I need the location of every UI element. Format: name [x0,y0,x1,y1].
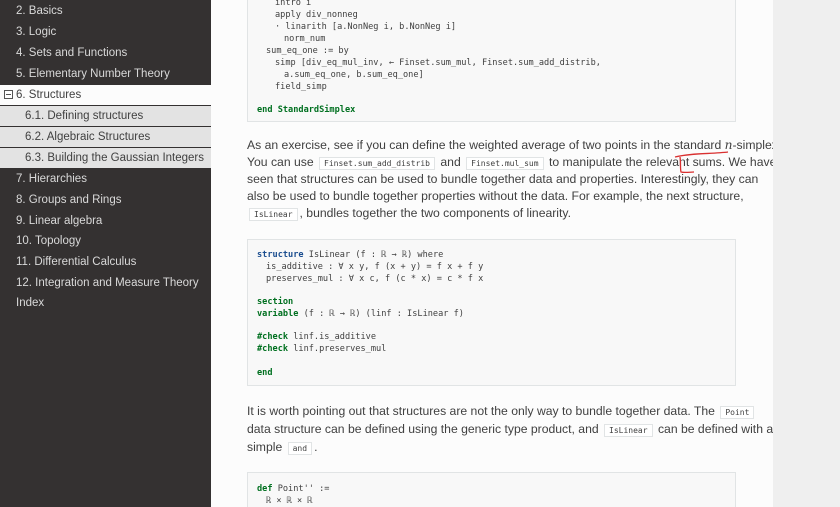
sidebar-item-topology[interactable]: 10. Topology [0,231,211,251]
text: to manipulate the relevant sums. We have [548,155,777,169]
code-line: apply div_nonneg [275,10,358,20]
sidebar-item-hierarchies[interactable]: 7. Hierarchies [0,169,211,189]
inline-code: Point [720,406,755,419]
inline-code: and [287,442,313,455]
code-text: linf.preserves_mul [288,344,387,354]
code-text: (f : ℝ → ℝ) (linf : IsLinear f) [298,309,464,319]
sidebar-item-groups-rings[interactable]: 8. Groups and Rings [0,190,211,210]
code-line: #check linf.is_additive [257,331,376,343]
code-text: linf.is_additive [288,332,377,342]
code-block-point: def Point'' := ℝ × ℝ × ℝ [247,472,736,507]
sidebar-item-index[interactable]: Index [0,293,211,313]
keyword: #check [257,344,289,354]
sidebar-item-linear-algebra[interactable]: 9. Linear algebra [0,211,211,231]
text-line: seen that structures can be used to bund… [247,172,759,186]
sidebar-item-sets-functions[interactable]: 4. Sets and Functions [0,43,211,63]
text-line: You can use Finset.sum_add_distrib and F… [247,154,776,172]
text: , bundles together the two components of… [299,206,571,220]
code-block-islinear: structure IsLinear (f : ℝ → ℝ) where is_… [247,239,736,386]
code-block-standard-simplex: intro i apply div_nonneg · linarith [a.N… [247,0,736,122]
sidebar-item-differential-calculus[interactable]: 11. Differential Calculus [0,252,211,272]
sidebar-item-gaussian-integers[interactable]: 6.3. Building the Gaussian Integers [0,148,211,168]
code-line: sum_eq_one := by [266,45,349,57]
inline-code: IsLinear [249,208,298,221]
code-line: intro i [275,0,312,8]
paragraph-bundling: It is worth pointing out that structures… [247,403,773,458]
text-line: As an exercise, see if you can define th… [247,137,781,154]
code-line: #check linf.preserves_mul [257,343,386,355]
text: can be defined with a [657,422,774,436]
sidebar-item-basics[interactable]: 2. Basics [0,1,211,21]
keyword: def [257,484,273,494]
code-line: end [257,368,273,378]
text: You can use [247,155,314,169]
code-line: preserves_mul : ∀ x c, f (c * x) = c * f… [266,274,484,284]
code-line: end StandardSimplex [257,105,356,115]
sidebar-item-structures[interactable]: 6. Structures [0,85,211,105]
code-text: Point'' := [272,484,330,494]
sidebar-item-logic[interactable]: 3. Logic [0,22,211,42]
code-line: field_simp [275,82,327,92]
math-n: n [724,138,733,152]
code-line: variable (f : ℝ → ℝ) (linf : IsLinear f) [257,308,464,320]
code-line: norm_num [284,34,326,44]
text-line: simple and. [247,439,317,457]
sidebar-nav: 2. Basics 3. Logic 4. Sets and Functions… [0,0,211,507]
collapse-icon[interactable] [4,90,13,99]
code-line: structure IsLinear (f : ℝ → ℝ) where [257,249,443,261]
text-line: also be used to bundle together properti… [247,189,744,203]
code-line: ℝ × ℝ × ℝ [266,496,313,506]
inline-code: Finset.mul_sum [466,157,544,170]
keyword: structure [257,250,304,260]
keyword: #check [257,332,289,342]
text: data structure can be defined using the … [247,422,599,436]
right-margin [773,0,840,507]
text: simple [247,440,283,454]
sidebar-item-label: 6. Structures [16,89,82,101]
sidebar-item-number-theory[interactable]: 5. Elementary Number Theory [0,64,211,84]
sidebar-item-algebraic-structures[interactable]: 6.2. Algebraic Structures [0,127,211,147]
text: and [440,155,461,169]
code-text: IsLinear (f : ℝ → ℝ) where [308,250,444,260]
code-line: is_additive : ∀ x y, f (x + y) = f x + f… [266,262,484,272]
main-content: intro i apply div_nonneg · linarith [a.N… [211,0,781,507]
code-line: section [257,297,294,307]
text: . [314,440,318,454]
text-line: It is worth pointing out that structures… [247,403,756,421]
inline-code: Finset.sum_add_distrib [319,157,435,170]
sidebar-item-defining-structures[interactable]: 6.1. Defining structures [0,106,211,126]
code-line: def Point'' := [257,483,329,495]
text: As an exercise, see if you can define th… [247,138,725,152]
code-line: simp [div_eq_mul_inv, ← Finset.sum_mul, … [275,58,601,68]
code-line: · linarith [a.NonNeg i, b.NonNeg i] [275,22,457,32]
sidebar-item-integration-measure[interactable]: 12. Integration and Measure Theory [0,273,211,293]
text-line: IsLinear, bundles together the two compo… [247,205,571,223]
text-line: data structure can be defined using the … [247,421,773,439]
keyword: variable [257,309,299,319]
code-line: a.sum_eq_one, b.sum_eq_one] [284,70,424,80]
text: It is worth pointing out that structures… [247,404,715,418]
paragraph-weighted-average: As an exercise, see if you can define th… [247,137,781,227]
inline-code: IsLinear [604,424,653,437]
code-text: sum_eq_one := by [266,46,349,56]
